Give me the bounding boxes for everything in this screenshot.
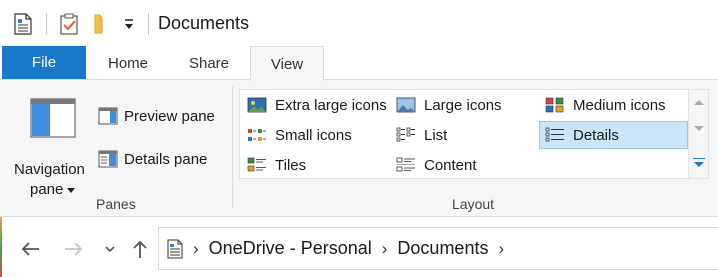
documents-folder-icon — [167, 239, 183, 259]
navigation-pane-label-line1: Navigation — [14, 161, 85, 178]
layout-item-label: Details — [573, 126, 619, 144]
small-icons-icon — [247, 126, 267, 144]
medium-icons-icon — [545, 96, 565, 114]
breadcrumb-onedrive[interactable]: OneDrive - Personal — [209, 238, 372, 259]
ribbon-view: Navigation pane Preview pane Details pan… — [0, 80, 718, 217]
breadcrumb-chevron-icon[interactable]: › — [382, 239, 388, 259]
ribbon-tabs: File Home Share View — [0, 46, 718, 81]
layout-content[interactable]: Content — [391, 152, 539, 178]
navigation-pane-icon — [30, 98, 76, 143]
up-arrow-icon[interactable] — [128, 237, 152, 261]
preview-pane-button[interactable]: Preview pane — [98, 104, 215, 128]
details-pane-button[interactable]: Details pane — [98, 147, 207, 171]
customize-toolbar-dropdown-icon[interactable] — [118, 12, 140, 36]
navigation-pane-label-line2: pane — [30, 181, 76, 198]
preview-pane-icon — [98, 106, 118, 126]
layout-medium-icons[interactable]: Medium icons — [540, 92, 688, 118]
layout-gallery: Extra large icons Large icons Medium ico… — [239, 89, 689, 179]
layout-small-icons[interactable]: Small icons — [242, 122, 390, 148]
large-icons-icon — [396, 96, 416, 114]
details-pane-icon — [98, 149, 118, 169]
layout-item-label: Content — [424, 156, 477, 174]
recent-locations-chevron-icon[interactable] — [98, 237, 122, 261]
layout-gallery-scrollbar[interactable] — [689, 89, 709, 179]
properties-checkmark-icon[interactable] — [58, 12, 80, 36]
chevron-down-icon — [67, 187, 76, 193]
tab-home[interactable]: Home — [90, 46, 166, 80]
toolbar-separator — [46, 13, 47, 35]
new-folder-icon[interactable] — [90, 12, 112, 36]
window-edge-accent — [0, 217, 2, 277]
layout-item-label: Tiles — [275, 156, 307, 174]
layout-large-icons[interactable]: Large icons — [391, 92, 539, 118]
group-separator — [232, 86, 233, 208]
breadcrumb-chevron-icon[interactable]: › — [193, 239, 199, 259]
tab-view[interactable]: View — [250, 46, 324, 81]
panes-group-label: Panes — [96, 196, 136, 212]
navigation-pane-label-text: pane — [30, 181, 64, 198]
layout-item-label: Large icons — [424, 96, 502, 114]
gallery-more-line — [693, 158, 705, 159]
navigation-pane-button[interactable]: Navigation pane — [8, 94, 94, 198]
preview-pane-label: Preview pane — [124, 107, 215, 125]
details-pane-label: Details pane — [124, 150, 208, 168]
breadcrumb-documents[interactable]: Documents — [397, 238, 488, 259]
address-row: › OneDrive - Personal › Documents › — [0, 217, 718, 277]
title-bar: Documents — [0, 0, 718, 46]
breadcrumb-chevron-icon[interactable]: › — [498, 239, 504, 259]
scroll-down-icon[interactable] — [694, 126, 704, 131]
layout-details[interactable]: Details — [539, 121, 688, 149]
layout-tiles[interactable]: Tiles — [242, 152, 390, 178]
details-view-icon — [545, 126, 565, 144]
address-bar[interactable]: › OneDrive - Personal › Documents › — [158, 227, 718, 270]
content-view-icon — [396, 156, 416, 174]
scroll-up-icon[interactable] — [694, 100, 704, 105]
layout-item-label: Medium icons — [573, 96, 666, 114]
layout-item-label: Small icons — [275, 126, 352, 144]
list-view-icon — [396, 126, 416, 144]
document-properties-icon[interactable] — [12, 12, 34, 36]
forward-arrow-icon[interactable] — [62, 237, 86, 261]
extra-large-icons-icon — [247, 96, 267, 114]
back-arrow-icon[interactable] — [18, 237, 42, 261]
layout-item-label: List — [424, 126, 448, 144]
layout-list[interactable]: List — [391, 122, 539, 148]
layout-group-label: Layout — [452, 196, 495, 212]
toolbar-separator — [148, 13, 149, 35]
layout-extra-large-icons[interactable]: Extra large icons — [242, 92, 390, 118]
expand-gallery-icon[interactable] — [694, 162, 704, 167]
tab-share[interactable]: Share — [172, 46, 246, 80]
layout-item-label: Extra large icons — [275, 96, 387, 114]
window-title: Documents — [158, 13, 250, 33]
tiles-view-icon — [247, 156, 267, 174]
tab-file[interactable]: File — [2, 46, 86, 79]
